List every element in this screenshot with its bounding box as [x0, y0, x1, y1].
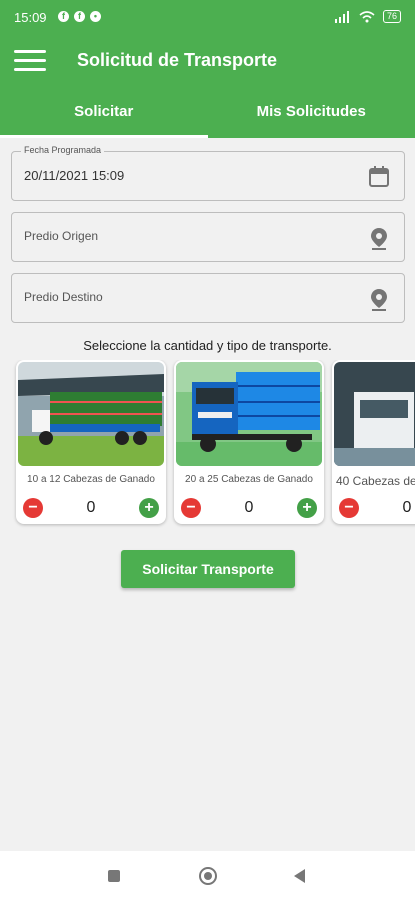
quantity-value: 0: [402, 499, 412, 516]
page-title: Solicitud de Transporte: [77, 50, 278, 70]
vehicle-card-label: 40 Cabezas de Ganado: [336, 474, 415, 488]
location-pin-icon[interactable]: [368, 287, 390, 311]
destination-field[interactable]: Predio Destino: [11, 273, 405, 323]
back-icon[interactable]: [294, 869, 305, 883]
vehicle-carousel[interactable]: 10 a 12 Cabezas de Ganado − 0 + 20 a 25 …: [0, 360, 415, 530]
origin-placeholder: Predio Origen: [24, 229, 99, 243]
facebook-icon: f: [58, 11, 69, 22]
date-field-value: 20/11/2021 15:09: [24, 168, 125, 183]
origin-field[interactable]: Predio Origen: [11, 212, 405, 262]
tab-solicitar[interactable]: Solicitar: [0, 88, 208, 138]
recent-apps-icon[interactable]: [108, 870, 120, 882]
status-bar: 15:09 f f • 76: [0, 0, 415, 34]
green-cage-truck-icon: [18, 362, 164, 466]
signal-icon: [334, 10, 349, 23]
notification-icons: f f •: [58, 11, 101, 22]
location-pin-icon[interactable]: [368, 226, 390, 250]
date-field-label: Fecha Programada: [21, 145, 105, 155]
vehicle-card-label: 10 a 12 Cabezas de Ganado: [27, 474, 155, 485]
vehicle-card[interactable]: 20 a 25 Cabezas de Ganado − 0 +: [174, 360, 324, 524]
destination-placeholder: Predio Destino: [24, 290, 103, 304]
status-time: 15:09: [14, 10, 47, 25]
vehicle-card[interactable]: 40 Cabezas de Ganado − 0 +: [332, 360, 415, 524]
large-truck-icon: [334, 362, 415, 466]
status-right-icons: 76: [334, 10, 401, 23]
app-notification-icon: •: [90, 11, 101, 22]
app-bar: Solicitud de Transporte: [0, 34, 415, 88]
hamburger-menu-icon[interactable]: [14, 50, 46, 72]
vehicle-card-label: 20 a 25 Cabezas de Ganado: [185, 474, 313, 485]
battery-icon: 76: [382, 10, 401, 23]
increase-quantity-button[interactable]: +: [297, 498, 317, 518]
system-nav-bar: [0, 851, 415, 900]
calendar-icon[interactable]: [368, 165, 390, 189]
instructions-text: Seleccione la cantidad y tipo de transpo…: [83, 338, 332, 353]
increase-quantity-button[interactable]: +: [139, 498, 159, 518]
tab-mis-solicitudes[interactable]: Mis Solicitudes: [208, 88, 415, 138]
wifi-icon: [359, 10, 375, 22]
vehicle-card[interactable]: 10 a 12 Cabezas de Ganado − 0 +: [16, 360, 166, 524]
tab-bar: Solicitar Mis Solicitudes: [0, 88, 415, 138]
date-field[interactable]: Fecha Programada 20/11/2021 15:09: [11, 145, 405, 201]
facebook-icon: f: [74, 11, 85, 22]
blue-cage-truck-icon: [176, 362, 322, 466]
submit-request-button[interactable]: Solicitar Transporte: [121, 550, 295, 588]
home-icon[interactable]: [199, 867, 217, 885]
